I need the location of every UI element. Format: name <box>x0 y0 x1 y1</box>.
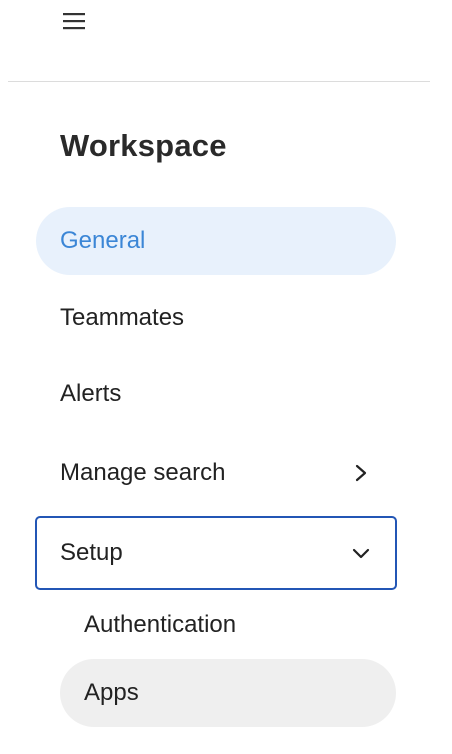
sidebar-item-label: Teammates <box>60 304 185 331</box>
chevron-down-icon <box>350 542 372 564</box>
chevron-right-icon <box>350 462 372 484</box>
top-divider <box>8 81 430 82</box>
sidebar-item-alerts[interactable]: Alerts <box>36 360 396 428</box>
sidebar-item-teammates[interactable]: Teammates <box>36 284 396 352</box>
sidebar-subitem-apps[interactable]: Apps <box>60 659 396 727</box>
sidebar-item-label: Setup <box>60 539 123 566</box>
sidebar-subitem-label: Apps <box>84 679 139 706</box>
sidebar-item-general[interactable]: General <box>36 207 396 275</box>
sidebar-subitem-label: Authentication <box>84 611 237 638</box>
section-title-workspace: Workspace <box>60 128 227 163</box>
sidebar-item-label: Manage search <box>60 459 226 486</box>
sidebar-item-setup[interactable]: Setup <box>35 516 397 590</box>
hamburger-menu-icon <box>62 12 86 35</box>
sidebar-item-manage-search[interactable]: Manage search <box>36 439 396 507</box>
sidebar-item-label: Alerts <box>60 380 122 407</box>
sidebar-subitem-authentication[interactable]: Authentication <box>60 591 396 659</box>
sidebar-item-label: General <box>60 227 146 254</box>
top-bar <box>0 0 452 82</box>
hamburger-menu-button[interactable] <box>56 8 92 38</box>
